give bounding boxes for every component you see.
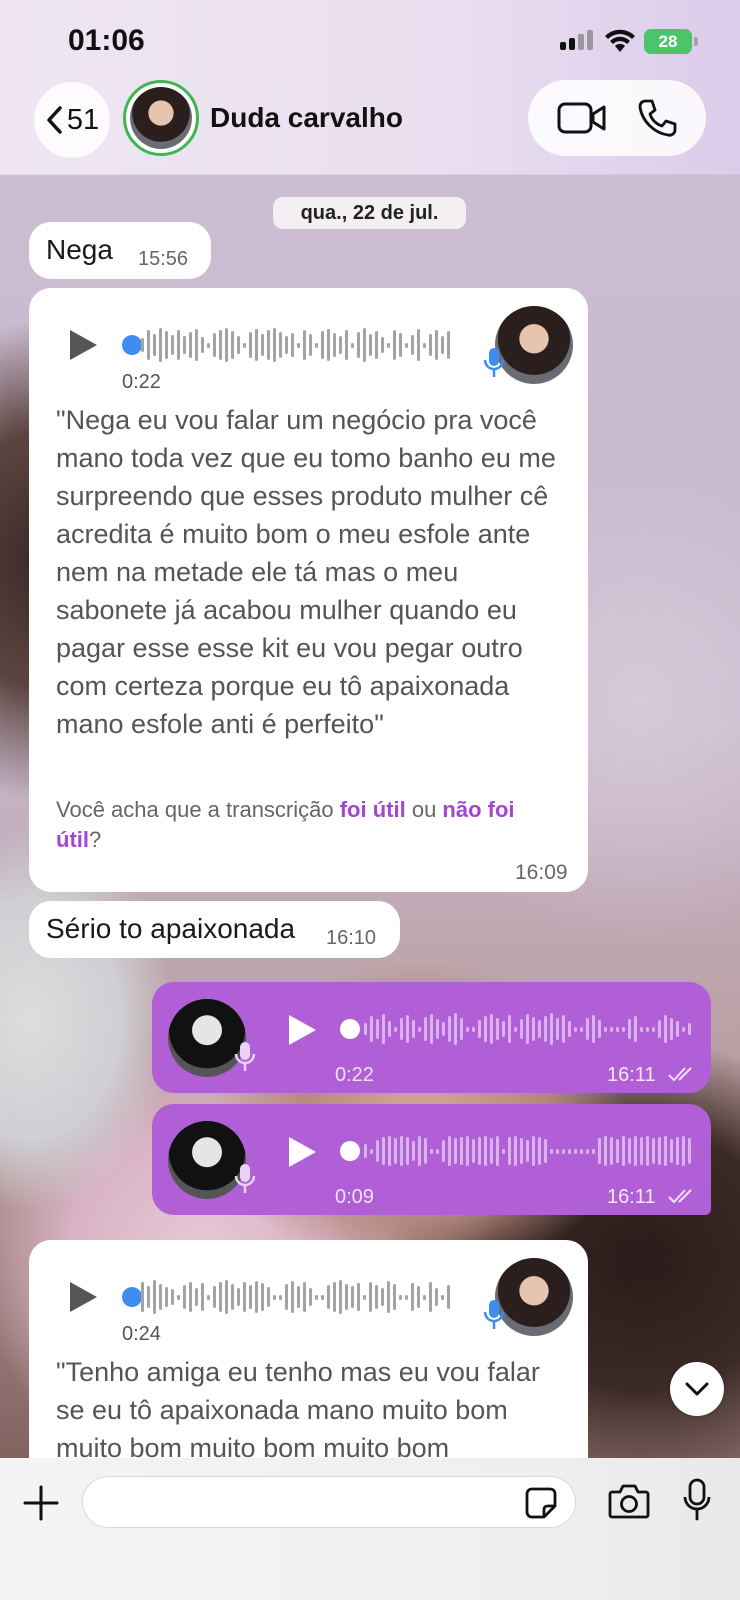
status-time: 01:06 [68,24,145,57]
voice-duration: 0:09 [335,1186,374,1208]
incoming-text-message[interactable]: Nega 15:56 [29,222,211,279]
sender-avatar [495,306,573,384]
mic-icon [483,1300,505,1329]
playback-position[interactable] [340,1141,360,1161]
voice-duration: 0:22 [122,371,161,393]
feedback-useful-link[interactable]: foi útil [340,797,406,822]
camera-icon[interactable] [608,1482,650,1520]
message-time: 16:11 [607,1186,656,1208]
sticker-icon[interactable] [524,1486,558,1520]
plus-icon[interactable] [22,1484,60,1522]
double-check-icon [668,1189,692,1204]
outgoing-voice-message: 0:09 16:11 [152,1104,711,1215]
feedback-or: ou [405,797,443,822]
video-call-icon[interactable] [557,101,607,135]
battery-level: 28 [658,31,678,51]
playback-position[interactable] [122,335,142,355]
unread-count: 51 [66,103,100,136]
mic-icon [234,1164,256,1193]
sender-avatar [495,1258,573,1336]
composer-bar [0,1458,740,1600]
waveform[interactable] [141,1278,450,1316]
outgoing-voice-message: 0:22 16:11 [152,982,711,1093]
mic-icon [483,348,505,377]
chat-header: 51 Duda carvalho [0,80,740,175]
scroll-to-bottom-button[interactable] [670,1362,724,1416]
message-time: 15:56 [138,248,189,270]
date-separator: qua., 22 de jul. [273,197,466,229]
playback-position[interactable] [340,1019,360,1039]
incoming-voice-message: 0:22 "Nega eu vou falar um negócio pra v… [29,288,588,892]
waveform[interactable] [364,1132,691,1170]
chevron-down-icon [685,1382,709,1396]
message-input[interactable] [82,1476,576,1528]
contact-avatar-image [130,87,192,149]
double-check-icon [668,1067,692,1082]
call-buttons [528,80,706,156]
contact-name[interactable]: Duda carvalho [210,102,403,134]
battery-tip [694,37,698,46]
waveform[interactable] [141,326,450,364]
voice-duration: 0:22 [335,1064,374,1086]
play-icon[interactable] [67,1280,99,1314]
message-time: 16:11 [607,1064,656,1086]
phone-call-icon[interactable] [637,98,677,138]
play-icon[interactable] [286,1013,318,1047]
back-chevron-icon [47,106,62,134]
battery-icon: 28 [644,29,692,54]
status-bar: 01:06 28 [0,0,740,80]
mic-icon [234,1042,256,1071]
wifi-icon [605,29,635,52]
contact-avatar[interactable] [123,80,199,156]
voice-transcript: "Tenho amiga eu tenho mas eu vou falar s… [56,1357,540,1463]
message-time: 16:09 [515,861,568,884]
feedback-end: ? [89,827,102,852]
voice-transcript: "Nega eu vou falar um negócio pra você m… [56,405,556,739]
incoming-text-message[interactable]: Sério to apaixonada 16:10 [29,901,400,958]
feedback-question: Você acha que a transcrição [56,797,340,822]
message-time: 16:10 [326,927,377,949]
cellular-signal-icon [560,30,593,50]
message-text: Nega [46,234,113,265]
message-text: Sério to apaixonada [46,913,296,944]
back-button[interactable]: 51 [34,82,110,158]
play-icon[interactable] [286,1135,318,1169]
playback-position[interactable] [122,1287,142,1307]
transcription-feedback: Você acha que a transcrição foi útil ou … [56,795,561,855]
waveform[interactable] [364,1010,691,1048]
microphone-icon[interactable] [682,1478,712,1522]
play-icon[interactable] [67,328,99,362]
voice-duration: 0:24 [122,1323,161,1345]
